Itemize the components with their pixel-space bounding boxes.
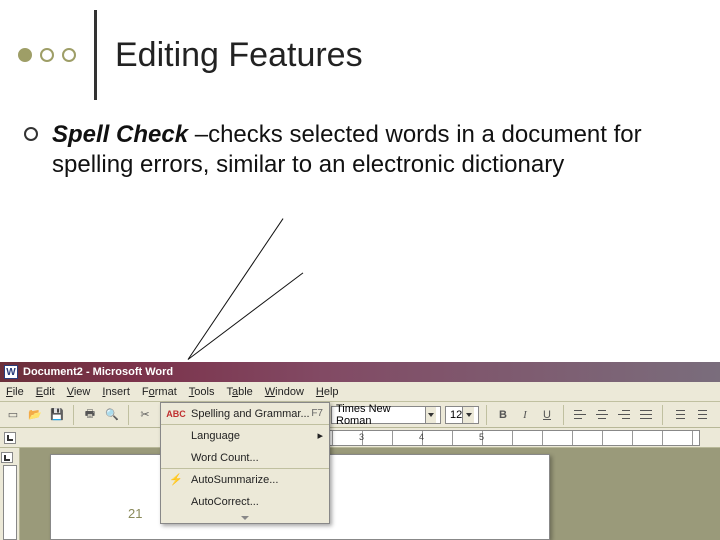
ruler-tick: 4 [419, 432, 424, 442]
chevron-down-icon[interactable] [425, 407, 436, 423]
menu-item-autosummarize[interactable]: ⚡ AutoSummarize... [161, 469, 329, 491]
menu-item-label: AutoCorrect... [191, 496, 259, 508]
numbered-list-icon[interactable] [670, 406, 688, 424]
chevron-down-icon [241, 516, 249, 520]
dot-icon [62, 48, 76, 62]
vertical-divider [94, 10, 97, 100]
body-emphasis: Spell Check [52, 121, 188, 148]
menu-item-label: Word Count... [191, 452, 259, 464]
size-combo[interactable]: 12 [445, 406, 479, 424]
menu-edit[interactable]: Edit [36, 386, 55, 398]
menu-item-shortcut: F7 [311, 408, 323, 419]
bulleted-list-icon[interactable] [692, 406, 710, 424]
slide-title: Editing Features [115, 36, 363, 75]
word-window: W Document2 - Microsoft Word File Edit V… [0, 362, 720, 540]
dot-icon [18, 48, 32, 62]
slide-header: Editing Features [0, 0, 720, 90]
document-area [0, 448, 720, 540]
cut-icon[interactable]: ✂ [136, 406, 154, 424]
menu-insert[interactable]: Insert [102, 386, 130, 398]
spellcheck-icon: ABC [167, 406, 185, 422]
word-menubar: File Edit View Insert Format Tools Table… [0, 382, 720, 402]
menu-expand-chevron[interactable] [161, 513, 329, 523]
toolbar-separator [73, 405, 74, 425]
justify-icon[interactable] [637, 406, 655, 424]
align-left-icon[interactable] [571, 406, 589, 424]
menu-view[interactable]: View [67, 386, 91, 398]
formatting-group: Normal Times New Roman 12 B I U [269, 405, 720, 425]
italic-button[interactable]: I [516, 406, 534, 424]
vruler-scale [3, 465, 17, 540]
size-value: 12 [450, 409, 462, 421]
menu-item-label: Language [191, 430, 240, 442]
decorative-dots [18, 48, 76, 62]
word-app-icon: W [4, 365, 18, 379]
blank-icon [167, 494, 185, 510]
new-doc-icon[interactable]: ▭ [4, 406, 22, 424]
menu-tools[interactable]: Tools [189, 386, 215, 398]
chevron-down-icon[interactable] [462, 407, 474, 423]
word-title-text: Document2 - Microsoft Word [23, 366, 173, 378]
callout-line [188, 272, 304, 359]
dot-icon [40, 48, 54, 62]
ruler-tick: 5 [479, 432, 484, 442]
save-icon[interactable]: 💾 [48, 406, 66, 424]
menu-item-label: AutoSummarize... [191, 474, 278, 486]
callout-line [188, 218, 284, 359]
ruler-tick: 3 [359, 432, 364, 442]
word-standard-toolbar: ▭ 📂 💾 🖶 🔍 ✂ ⧉ 📋 ↶ ↷ Normal Times New Rom… [0, 402, 720, 428]
bullet-icon [24, 127, 38, 141]
toolbar-separator [563, 405, 564, 425]
slide-body-text: Spell Check –checks selected words in a … [52, 120, 642, 180]
menu-help[interactable]: Help [316, 386, 339, 398]
print-icon[interactable]: 🖶 [81, 406, 99, 424]
tab-selector[interactable] [1, 452, 13, 463]
open-icon[interactable]: 📂 [26, 406, 44, 424]
blank-icon [167, 450, 185, 466]
menu-window[interactable]: Window [265, 386, 304, 398]
vertical-ruler[interactable] [0, 448, 20, 540]
menu-table[interactable]: Table [226, 386, 252, 398]
menu-item-label: Spelling and Grammar... [191, 408, 310, 420]
tools-dropdown-menu: ABC Spelling and Grammar... F7 Language … [160, 402, 330, 524]
menu-item-autocorrect[interactable]: AutoCorrect... [161, 491, 329, 513]
menu-item-spelling[interactable]: ABC Spelling and Grammar... F7 [161, 403, 329, 425]
menu-file[interactable]: File [6, 386, 24, 398]
bold-button[interactable]: B [494, 406, 512, 424]
menu-item-wordcount[interactable]: Word Count... [161, 447, 329, 469]
slide-number: 21 [128, 506, 142, 521]
align-center-icon[interactable] [593, 406, 611, 424]
submenu-arrow-icon: ▸ [317, 429, 323, 442]
preview-icon[interactable]: 🔍 [103, 406, 121, 424]
toolbar-separator [662, 405, 663, 425]
slide-body: Spell Check –checks selected words in a … [24, 120, 690, 180]
menu-item-language[interactable]: Language ▸ [161, 425, 329, 447]
font-combo[interactable]: Times New Roman [331, 406, 441, 424]
underline-button[interactable]: U [538, 406, 556, 424]
word-titlebar[interactable]: W Document2 - Microsoft Word [0, 362, 720, 382]
tab-selector[interactable] [4, 432, 16, 444]
menu-format[interactable]: Format [142, 386, 177, 398]
font-value: Times New Roman [336, 403, 425, 427]
blank-icon [167, 428, 185, 444]
lightning-icon: ⚡ [167, 472, 185, 488]
ruler-row: 1 2 3 4 5 [0, 428, 720, 448]
align-right-icon[interactable] [615, 406, 633, 424]
toolbar-separator [128, 405, 129, 425]
toolbar-separator [486, 405, 487, 425]
